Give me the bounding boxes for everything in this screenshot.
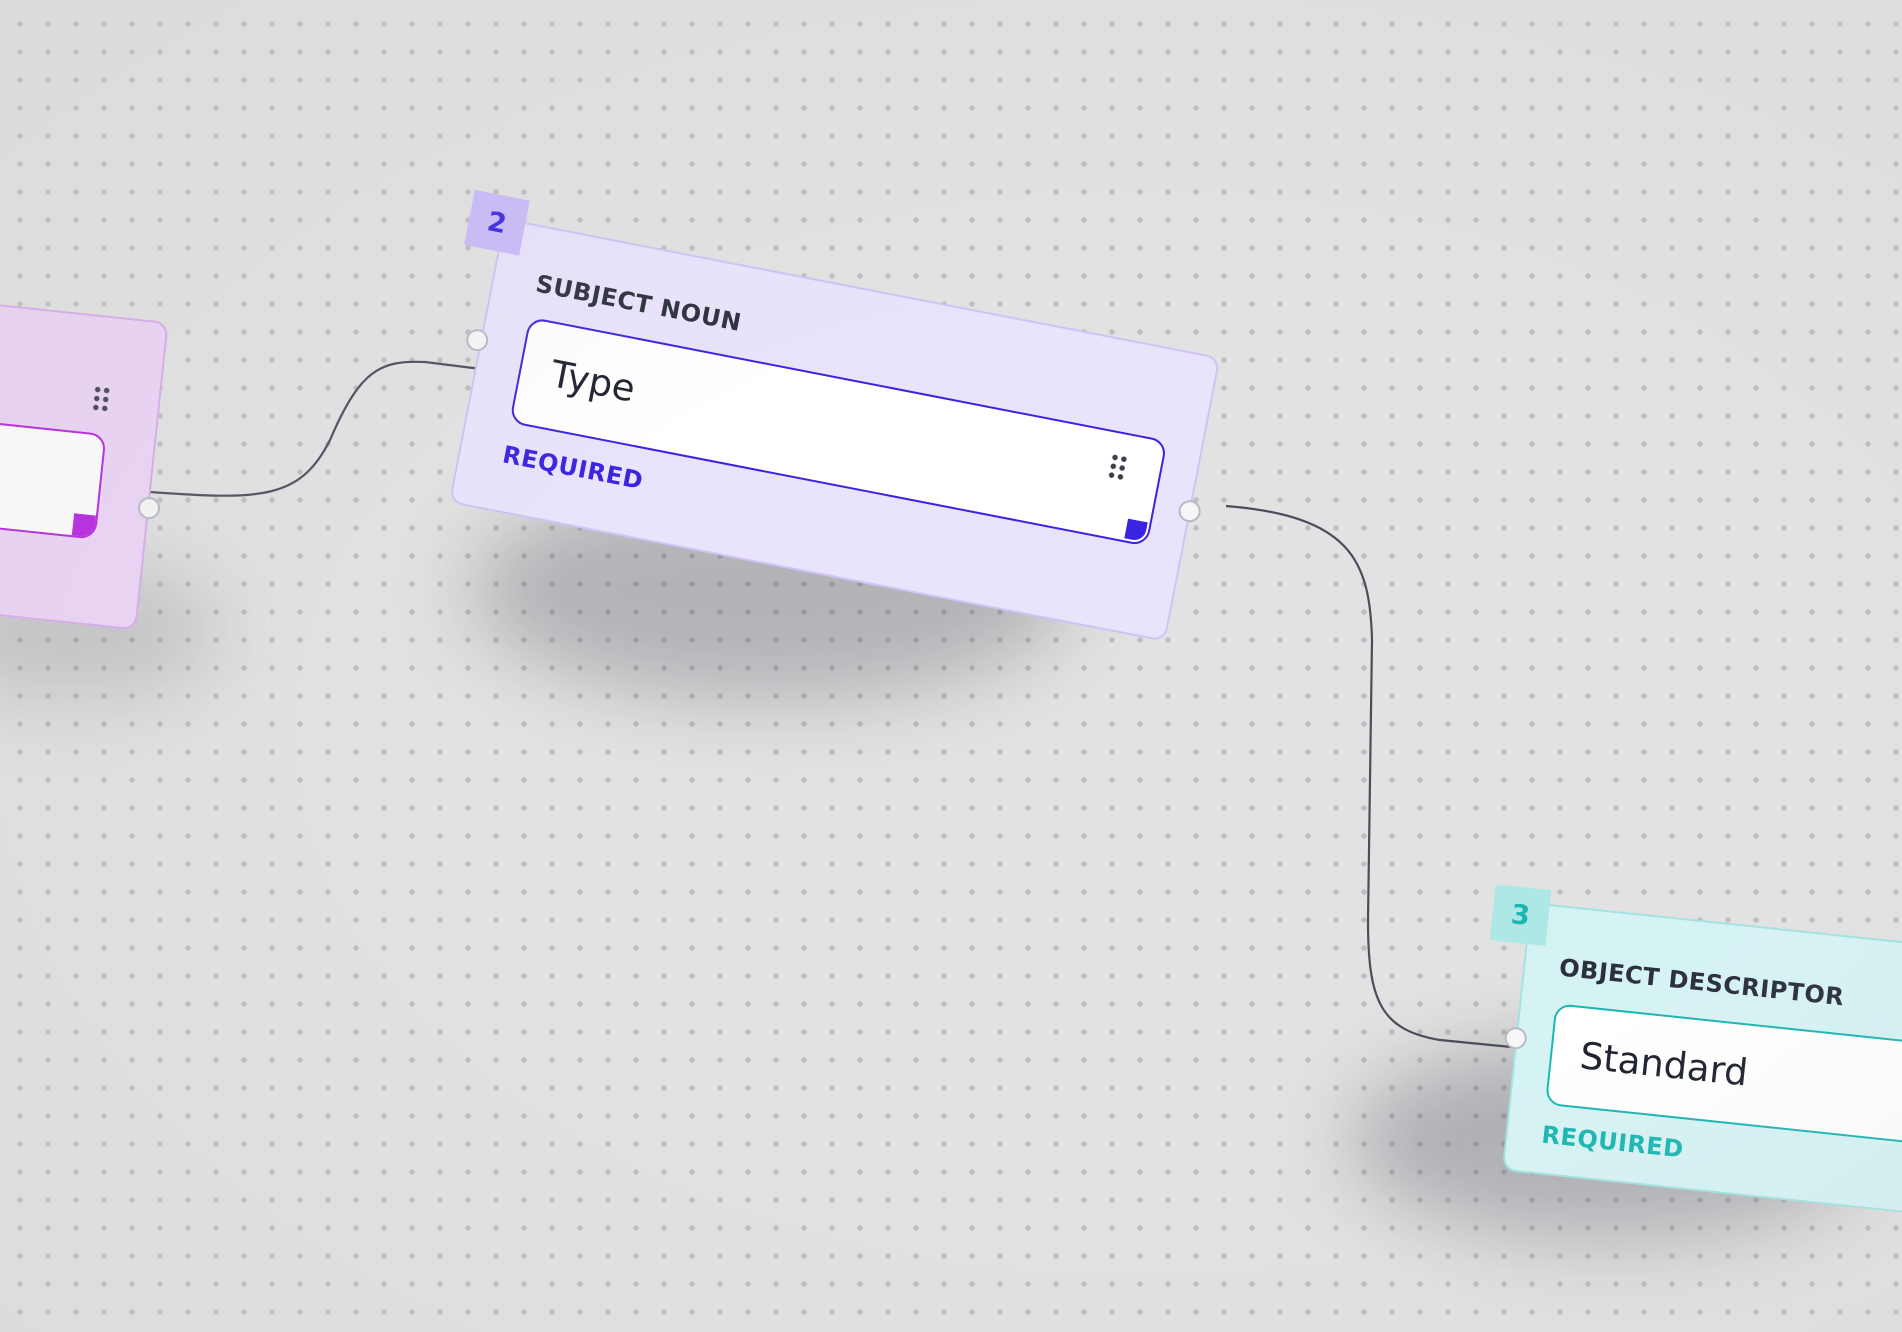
node-2-value[interactable]: Type (547, 352, 639, 410)
drag-handle-icon[interactable] (1106, 452, 1130, 483)
wire-node2-to-node3 (1225, 504, 1532, 1051)
node-3-value[interactable]: Standard (1578, 1034, 1750, 1094)
node-3-number: 3 (1509, 898, 1532, 932)
node-2-number: 2 (484, 205, 510, 240)
node-2-number-badge: 2 (464, 189, 530, 256)
node-3-number-badge: 3 (1489, 884, 1552, 946)
drag-handle-icon[interactable] (90, 384, 112, 414)
node-canvas[interactable]: 2 SUBJECT NOUN Type REQUIRED 3 OBJECT DE… (0, 0, 1902, 1332)
wire-node1-to-node2 (149, 360, 506, 497)
resize-handle-icon[interactable] (1124, 518, 1148, 543)
